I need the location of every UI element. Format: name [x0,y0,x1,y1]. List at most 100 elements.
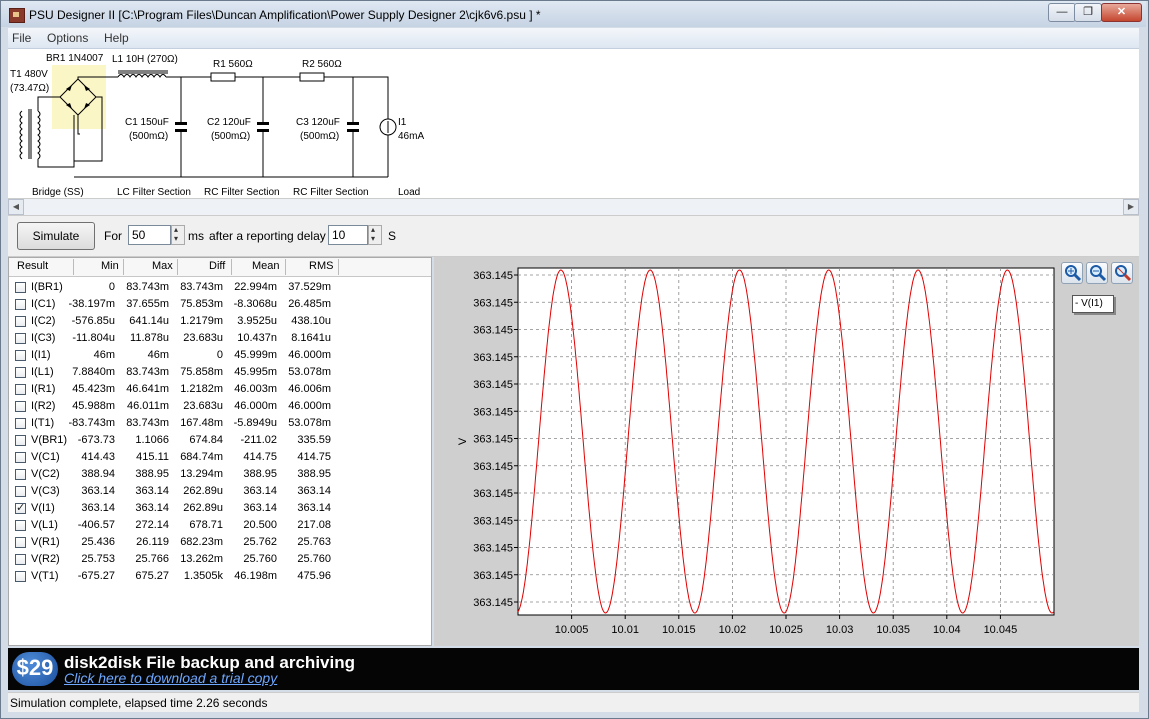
x-tick-label: 10.01 [611,624,639,636]
table-row[interactable]: V(T1) -675.27 675.27 1.3505k 46.198m 475.96 [9,568,431,585]
cell-rms: 335.59 [297,434,331,446]
y-tick-label: 363.145 [473,297,513,309]
result-name: V(I1) [31,502,55,514]
result-checkbox[interactable] [15,299,26,310]
result-name: V(C2) [31,468,60,480]
restore-button[interactable]: ❐ [1074,3,1102,22]
table-row[interactable]: V(BR1) -673.73 1.1066 674.84 -211.02 335.59 [9,432,431,449]
result-name: V(R2) [31,553,60,565]
table-row[interactable]: I(I1) 46m 46m 0 45.999m 46.000m [9,347,431,364]
cell-rms: 25.763 [297,536,331,548]
menu-file[interactable]: File [12,31,31,45]
cell-mean: 46.003m [234,383,277,395]
result-checkbox[interactable] [15,333,26,344]
scroll-right-icon[interactable]: ▶ [1123,199,1139,215]
col-mean[interactable]: Mean [252,260,280,272]
table-row[interactable]: V(R2) 25.753 25.766 13.262m 25.760 25.760 [9,551,431,568]
col-min[interactable]: Min [101,260,119,272]
result-checkbox[interactable] [15,469,26,480]
result-name: I(R1) [31,383,56,395]
x-tick-label: 10.035 [876,624,910,636]
delay-input[interactable]: 10 [328,225,368,245]
cell-diff: 75.853m [180,298,223,310]
close-button[interactable]: ✕ [1101,3,1142,22]
result-checkbox[interactable] [15,554,26,565]
table-row[interactable]: I(T1) -83.743m 83.743m 167.48m -5.8949u 53.07… [9,415,431,432]
result-name: V(C1) [31,451,60,463]
y-tick-label: 363.145 [473,543,513,555]
menu-options[interactable]: Options [47,31,88,45]
col-max[interactable]: Max [152,260,173,272]
cell-min: 25.753 [81,553,115,565]
result-checkbox[interactable] [15,435,26,446]
col-rms[interactable]: RMS [309,260,333,272]
minimize-button[interactable]: — [1048,3,1076,22]
menu-help[interactable]: Help [104,31,129,45]
result-checkbox[interactable] [15,418,26,429]
table-row[interactable]: I(BR1) 0 83.743m 83.743m 22.994m 37.529m [9,279,431,296]
ad-download-link[interactable]: Click here to download a trial copy [64,670,277,686]
y-tick-label: 363.145 [473,488,513,500]
ms-label: ms [188,229,204,243]
result-checkbox[interactable] [15,384,26,395]
y-tick-label: 363.145 [473,406,513,418]
cell-max: 25.766 [135,553,169,565]
result-checkbox[interactable] [15,486,26,497]
result-name: I(I1) [31,349,51,361]
table-row[interactable]: I(C3) -11.804u 11.878u 23.683u 10.437n 8.1641… [9,330,431,347]
table-row[interactable]: V(C2) 388.94 388.95 13.294m 388.95 388.95 [9,466,431,483]
result-checkbox[interactable] [15,571,26,582]
ad-banner[interactable]: $29 disk2disk File backup and archiving … [8,648,1139,690]
cell-max: 46m [147,349,169,361]
table-row[interactable]: I(C1) -38.197m 37.655m 75.853m -8.3068u 26.48… [9,296,431,313]
cell-mean: 46.198m [234,570,277,582]
table-row[interactable]: I(R2) 45.988m 46.011m 23.683u 46.000m 46.000m [9,398,431,415]
cell-min: 363.14 [81,502,115,514]
table-row[interactable]: V(L1) -406.57 272.14 678.71 20.500 217.08 [9,517,431,534]
table-row[interactable]: V(C1) 414.43 415.11 684.74m 414.75 414.75 [9,449,431,466]
results-table: Result Min Max Diff Mean RMS I(BR1) 0 83.7… [8,257,432,646]
result-checkbox[interactable] [15,537,26,548]
cell-rms: 53.078m [288,417,331,429]
cell-diff: 682.23m [180,536,223,548]
schematic-scrollbar[interactable]: ◀ ▶ [8,198,1139,216]
table-row[interactable]: V(C3) 363.14 363.14 262.89u 363.14 363.14 [9,483,431,500]
table-row[interactable]: V(R1) 25.436 26.119 682.23m 25.762 25.763 [9,534,431,551]
table-row[interactable]: I(C2) -576.85u 641.14u 1.2179m 3.9525u 438.10… [9,313,431,330]
cell-diff: 13.294m [180,468,223,480]
cell-diff: 1.2179m [180,315,223,327]
col-diff[interactable]: Diff [209,260,225,272]
cell-max: 641.14u [129,315,169,327]
result-checkbox[interactable] [15,452,26,463]
scroll-left-icon[interactable]: ◀ [8,199,24,215]
status-text: Simulation complete, elapsed time 2.26 s… [10,696,268,710]
result-name: I(C3) [31,332,56,344]
table-row[interactable]: ✓ V(I1) 363.14 363.14 262.89u 363.14 363.14 [9,500,431,517]
table-row[interactable]: I(L1) 7.8840m 83.743m 75.858m 45.995m 53.078m [9,364,431,381]
cell-min: -673.73 [77,434,115,446]
table-row[interactable]: I(R1) 45.423m 46.641m 1.2182m 46.003m 46.006m [9,381,431,398]
cell-mean: 45.995m [234,366,277,378]
simulate-button[interactable]: Simulate [17,222,95,250]
x-tick-label: 10.005 [555,624,589,636]
duration-input[interactable]: 50 [128,225,171,245]
result-checkbox[interactable] [15,316,26,327]
result-checkbox[interactable] [15,350,26,361]
result-checkbox[interactable] [15,401,26,412]
cell-rms: 363.14 [297,485,331,497]
delay-stepper[interactable] [368,225,382,245]
status-bar: Simulation complete, elapsed time 2.26 s… [8,692,1139,712]
result-checkbox[interactable] [15,520,26,531]
cell-max: 37.655m [126,298,169,310]
cell-diff: 0 [216,349,223,361]
result-checkbox[interactable] [15,282,26,293]
voltage-chart[interactable]: 10.005 10.01 10.015 10.02 10.025 10.03 10.035 1… [434,257,1139,646]
duration-stepper[interactable] [171,225,185,245]
cell-min: 414.43 [81,451,115,463]
cell-rms: 46.000m [288,349,331,361]
cell-rms: 438.10u [291,315,331,327]
result-checkbox[interactable]: ✓ [15,503,26,514]
col-result[interactable]: Result [17,260,48,272]
result-checkbox[interactable] [15,367,26,378]
cell-min: -576.85u [71,315,115,327]
